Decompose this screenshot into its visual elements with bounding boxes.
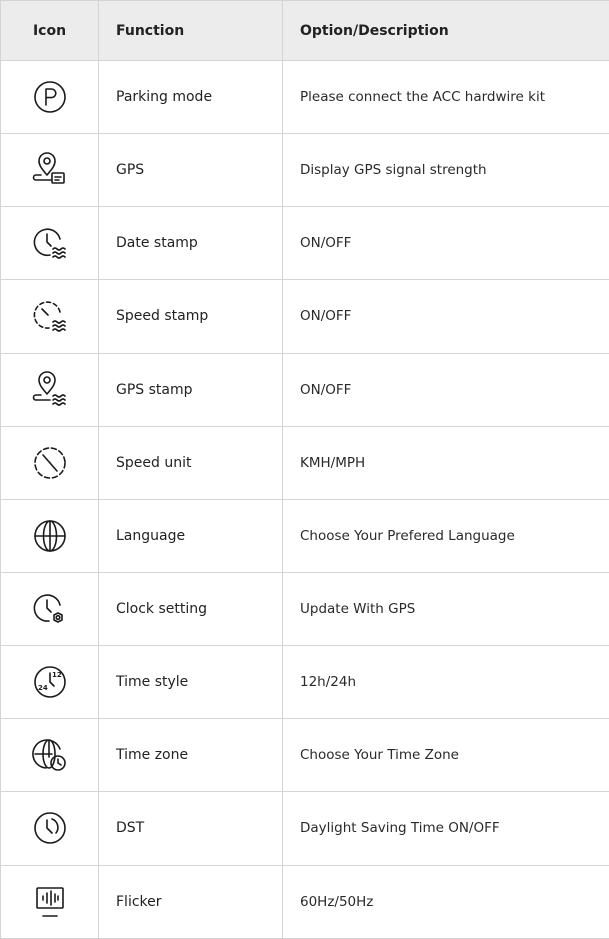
table-row: DST Daylight Saving Time ON/OFF	[1, 792, 609, 865]
icon-cell	[1, 499, 99, 572]
function-label: DST	[99, 792, 283, 865]
settings-icon-table: Icon Function Option/Description Parking…	[0, 0, 609, 939]
table-header-row: Icon Function Option/Description	[1, 1, 609, 61]
icon-cell	[1, 719, 99, 792]
function-label: GPS	[99, 134, 283, 207]
table-row: GPS stamp ON/OFF	[1, 353, 609, 426]
description-text: ON/OFF	[283, 353, 609, 426]
function-label: Time style	[99, 646, 283, 719]
speedometer-waves-icon	[30, 296, 70, 336]
gps-pin-card-icon	[30, 150, 70, 190]
icon-cell	[1, 207, 99, 280]
description-text: Update With GPS	[283, 572, 609, 645]
icon-cell	[1, 134, 99, 207]
icon-label-12: 12	[52, 671, 62, 679]
description-text: ON/OFF	[283, 207, 609, 280]
icon-label-24: 24	[38, 684, 48, 692]
parking-p-icon	[30, 77, 70, 117]
function-label: Flicker	[99, 865, 283, 938]
icon-cell	[1, 426, 99, 499]
description-text: Choose Your Time Zone	[283, 719, 609, 792]
header-description: Option/Description	[283, 1, 609, 61]
description-text: KMH/MPH	[283, 426, 609, 499]
description-text: 60Hz/50Hz	[283, 865, 609, 938]
description-text: Please connect the ACC hardwire kit	[283, 61, 609, 134]
description-text: ON/OFF	[283, 280, 609, 353]
table-row: 12 24 Time style 12h/24h	[1, 646, 609, 719]
monitor-flicker-icon	[30, 882, 70, 922]
function-label: Language	[99, 499, 283, 572]
description-text: 12h/24h	[283, 646, 609, 719]
clock-dst-icon	[30, 808, 70, 848]
icon-cell	[1, 572, 99, 645]
description-text: Display GPS signal strength	[283, 134, 609, 207]
table-row: Parking mode Please connect the ACC hard…	[1, 61, 609, 134]
description-text: Choose Your Prefered Language	[283, 499, 609, 572]
pin-waves-icon	[30, 370, 70, 410]
function-label: GPS stamp	[99, 353, 283, 426]
globe-icon	[30, 516, 70, 556]
table-row: Flicker 60Hz/50Hz	[1, 865, 609, 938]
header-function: Function	[99, 1, 283, 61]
function-label: Date stamp	[99, 207, 283, 280]
table-row: Speed stamp ON/OFF	[1, 280, 609, 353]
table-row: Speed unit KMH/MPH	[1, 426, 609, 499]
table-row: Time zone Choose Your Time Zone	[1, 719, 609, 792]
function-label: Clock setting	[99, 572, 283, 645]
icon-cell: 12 24	[1, 646, 99, 719]
function-label: Time zone	[99, 719, 283, 792]
header-icon: Icon	[1, 1, 99, 61]
icon-cell	[1, 353, 99, 426]
speedometer-icon	[30, 443, 70, 483]
description-text: Daylight Saving Time ON/OFF	[283, 792, 609, 865]
table-row: GPS Display GPS signal strength	[1, 134, 609, 207]
icon-cell	[1, 280, 99, 353]
table-row: Clock setting Update With GPS	[1, 572, 609, 645]
clock-waves-icon	[30, 223, 70, 263]
icon-cell	[1, 865, 99, 938]
globe-clock-icon	[30, 735, 70, 775]
table-row: Date stamp ON/OFF	[1, 207, 609, 280]
icon-cell	[1, 792, 99, 865]
function-label: Speed unit	[99, 426, 283, 499]
table-row: Language Choose Your Prefered Language	[1, 499, 609, 572]
clock-gear-icon	[30, 589, 70, 629]
function-label: Parking mode	[99, 61, 283, 134]
clock-12-24-icon: 12 24	[30, 662, 70, 702]
function-label: Speed stamp	[99, 280, 283, 353]
icon-cell	[1, 61, 99, 134]
